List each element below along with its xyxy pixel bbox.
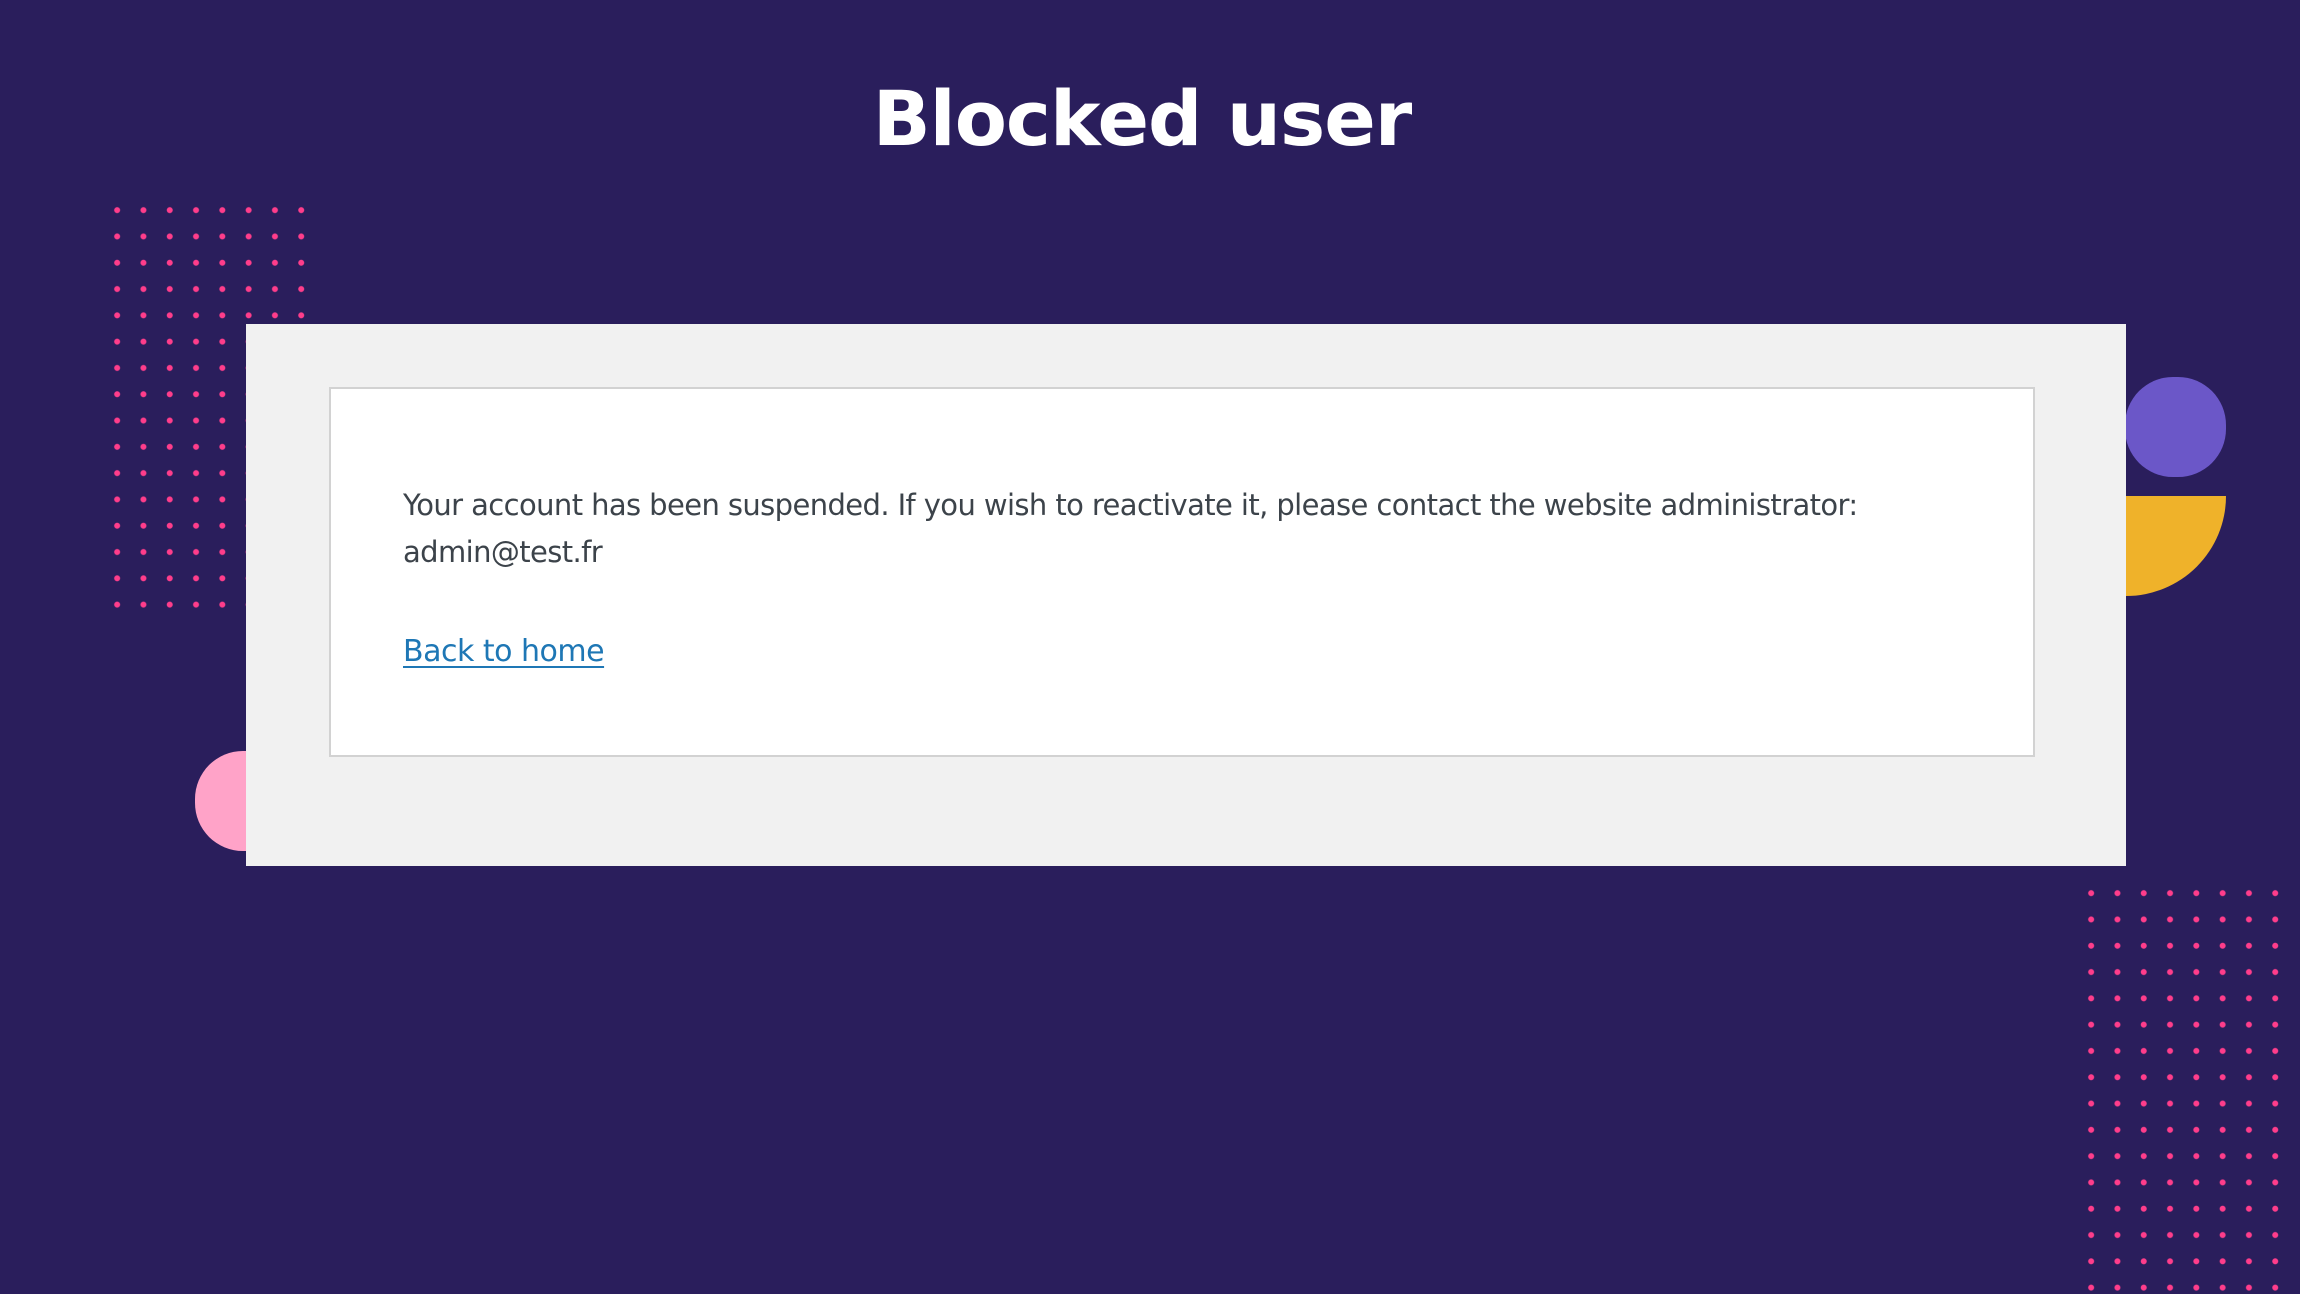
back-to-home-link[interactable]: Back to home xyxy=(403,632,605,672)
suspension-message: Your account has been suspended. If you … xyxy=(403,482,1963,576)
suspension-message-text: Your account has been suspended. If you … xyxy=(403,488,1858,522)
admin-email: admin@test.fr xyxy=(403,535,603,569)
content-panel: Your account has been suspended. If you … xyxy=(246,324,2126,866)
decorative-purple-shape xyxy=(2125,377,2226,477)
decorative-dot-pattern-right xyxy=(2078,880,2288,1294)
page-title: Blocked user xyxy=(872,74,1413,163)
message-card: Your account has been suspended. If you … xyxy=(329,387,2035,757)
